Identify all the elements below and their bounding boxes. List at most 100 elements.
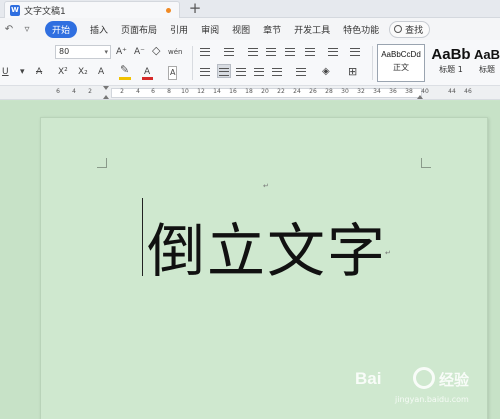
show-marks-icon[interactable]	[328, 48, 338, 56]
font-color-swatch	[142, 77, 153, 80]
menu-tab-home[interactable]: 开始	[45, 20, 78, 38]
search-icon	[394, 25, 403, 33]
style-heading-1[interactable]: AaBb 标题 1	[427, 44, 475, 82]
ruler-tick: 16	[229, 88, 237, 95]
ruler-tick: 8	[167, 88, 171, 95]
ribbon-toolbar: 80 ▾ A⁺ A⁻ ◇ wén U ▾ A X² X₂ A ✎ A A ◈ ⊞…	[0, 40, 500, 86]
text-cursor	[142, 198, 143, 276]
chevron-down-icon: ▾	[104, 48, 108, 56]
style-sample: AaBbCcDd	[381, 50, 421, 59]
ruler-tick: 6	[151, 88, 155, 95]
ruler-tick: 44	[448, 88, 456, 95]
ruler-tick: 40	[421, 88, 429, 95]
character-border-button[interactable]: A	[168, 66, 178, 80]
ruler-tick: 2	[88, 88, 92, 95]
menu-tab-developer[interactable]: 开发工具	[294, 23, 330, 36]
align-left-icon[interactable]	[200, 68, 210, 76]
shading-icon[interactable]: ◈	[322, 66, 330, 78]
margin-corner-mark	[421, 158, 431, 168]
menu-tab-view[interactable]: 视图	[232, 23, 250, 36]
highlight-pen-icon[interactable]: ✎	[120, 64, 129, 76]
paragraph-mark: ↵	[263, 182, 269, 190]
borders-icon[interactable]: ⊞	[348, 66, 357, 78]
superscript-button[interactable]: X²	[58, 66, 68, 78]
ruler-tick: 18	[245, 88, 253, 95]
strikethrough-button[interactable]: A	[36, 66, 42, 78]
sort-icon[interactable]	[305, 48, 315, 56]
unsaved-dot-icon	[166, 8, 171, 13]
ruler-tick: 34	[373, 88, 381, 95]
style-heading[interactable]: AaB 标题	[474, 44, 500, 82]
watermark-brand-tail: 经验	[439, 372, 470, 389]
decrease-indent-icon[interactable]	[248, 48, 258, 56]
ruler-tick: 26	[309, 88, 317, 95]
horizontal-ruler[interactable]: 6 4 2 2 4 6 8 10 12 14 16 18 20 22 24 26…	[0, 86, 500, 100]
watermark-brand: Bai	[355, 369, 382, 388]
tab-bar: W 文字文稿1 +	[0, 0, 500, 18]
paragraph-mark: ↵	[385, 249, 391, 257]
distribute-icon[interactable]	[272, 68, 282, 76]
menu-tab-insert[interactable]: 插入	[90, 23, 108, 36]
clear-format-icon[interactable]: ◇	[152, 45, 160, 57]
underline-dropdown-icon[interactable]: ▾	[20, 66, 25, 78]
document-tab-title: 文字文稿1	[24, 6, 66, 17]
ruler-tick: 30	[341, 88, 349, 95]
tab-leader-icon[interactable]	[350, 48, 360, 56]
align-right-icon[interactable]	[236, 68, 246, 76]
grow-font-button[interactable]: A⁺	[116, 46, 127, 58]
underline-button[interactable]: U	[2, 66, 9, 78]
ruler-tick: 28	[325, 88, 333, 95]
search-button[interactable]: 查找	[389, 20, 431, 38]
menu-tab-references[interactable]: 引用	[170, 23, 188, 36]
ruler-tick: 14	[213, 88, 221, 95]
baidu-jingyan-watermark: Bai 经验 jingyan.baidu.com	[355, 355, 495, 415]
font-size-value: 80	[59, 47, 70, 56]
ruler-tick: 36	[389, 88, 397, 95]
divider	[192, 46, 193, 80]
bullet-list-icon[interactable]	[200, 48, 210, 56]
writer-doc-icon: W	[10, 4, 20, 16]
menu-tab-section[interactable]: 章节	[263, 23, 281, 36]
style-normal[interactable]: AaBbCcDd 正文	[377, 44, 425, 82]
watermark-url: jingyan.baidu.com	[395, 395, 469, 404]
style-name: 标题 1	[439, 65, 463, 74]
numbered-list-icon[interactable]	[224, 48, 234, 56]
ruler-tick: 22	[277, 88, 285, 95]
font-size-field[interactable]: 80 ▾	[55, 45, 111, 59]
ruler-tick: 2	[120, 88, 124, 95]
ruler-tick: 4	[136, 88, 140, 95]
ruler-tick: 4	[72, 88, 76, 95]
ruler-tick: 12	[197, 88, 205, 95]
text-effect-button[interactable]: A	[98, 66, 104, 78]
menu-tab-page-layout[interactable]: 页面布局	[121, 23, 157, 36]
chinese-layout-icon[interactable]	[285, 48, 295, 56]
margin-corner-mark	[97, 158, 107, 168]
ruler-tick: 6	[56, 88, 60, 95]
increase-indent-icon[interactable]	[266, 48, 276, 56]
menu-bar: ↶ ▿ 开始 插入 页面布局 引用 审阅 视图 章节 开发工具 特色功能 查找	[0, 18, 500, 40]
menu-tab-features[interactable]: 特色功能	[343, 23, 379, 36]
style-sample: AaBb	[431, 46, 471, 63]
first-line-indent-marker[interactable]	[103, 86, 109, 90]
new-tab-button[interactable]: +	[188, 0, 202, 17]
ruler-tick: 46	[464, 88, 472, 95]
document-tab[interactable]: W 文字文稿1	[4, 1, 180, 18]
shrink-font-button[interactable]: A⁻	[134, 46, 145, 58]
line-spacing-icon[interactable]	[296, 68, 306, 76]
paw-logo-icon	[413, 367, 435, 389]
document-text[interactable]: 倒立文字	[147, 204, 387, 288]
phonetic-guide-button[interactable]: wén	[168, 46, 182, 58]
quick-access-dropdown-icon[interactable]: ▿	[18, 24, 36, 35]
subscript-button[interactable]: X₂	[78, 66, 88, 78]
style-sample: AaB	[474, 47, 500, 62]
ruler-tick: 20	[261, 88, 269, 95]
ruler-tick: 10	[181, 88, 189, 95]
right-indent-marker[interactable]	[417, 95, 423, 99]
justify-icon[interactable]	[254, 68, 264, 76]
left-indent-marker[interactable]	[103, 95, 109, 99]
menu-tab-review[interactable]: 审阅	[201, 23, 219, 36]
undo-icon[interactable]: ↶	[0, 24, 18, 35]
divider	[372, 46, 373, 80]
ruler-tick: 32	[357, 88, 365, 95]
highlight-color-swatch	[119, 77, 131, 80]
